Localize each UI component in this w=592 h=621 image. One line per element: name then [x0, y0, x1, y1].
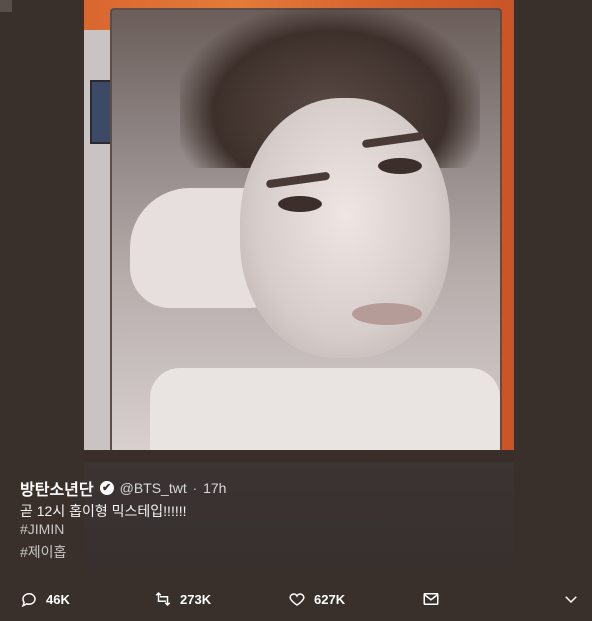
heart-icon: [289, 593, 305, 606]
hashtag-jimin[interactable]: #JIMIN: [20, 521, 64, 537]
reply-button[interactable]: 46K: [20, 590, 70, 608]
chevron-down-icon: [565, 596, 577, 604]
lips: [352, 303, 422, 325]
author-name[interactable]: 방탄소년단: [20, 476, 94, 500]
more-button[interactable]: [562, 590, 580, 608]
tweet-header: 방탄소년단 ✔ @BTS_twt · 17h: [20, 476, 226, 500]
separator: ·: [192, 480, 198, 496]
action-bar: 46K 273K 627K: [0, 570, 592, 621]
reply-icon: [21, 593, 36, 608]
retweet-icon: [155, 591, 171, 607]
author-handle[interactable]: @BTS_twt: [120, 480, 187, 496]
photo-poster: [110, 8, 502, 468]
like-button[interactable]: 627K: [288, 590, 345, 608]
right-eye: [378, 158, 422, 174]
left-eye: [278, 196, 322, 212]
hashtag-jhope[interactable]: #제이홉: [20, 542, 66, 562]
like-count: 627K: [314, 591, 346, 607]
verified-icon: ✔: [99, 481, 114, 495]
window-corner: [0, 0, 12, 12]
reply-count: 46K: [46, 591, 70, 607]
retweet-count: 273K: [180, 591, 212, 607]
mail-icon: [423, 593, 439, 605]
tweet-text: 곧 12시 홉이형 믹스테입!!!!!!: [20, 503, 187, 519]
timestamp[interactable]: 17h: [203, 480, 226, 496]
retweet-button[interactable]: 273K: [154, 590, 211, 608]
direct-message-button[interactable]: [422, 590, 440, 608]
